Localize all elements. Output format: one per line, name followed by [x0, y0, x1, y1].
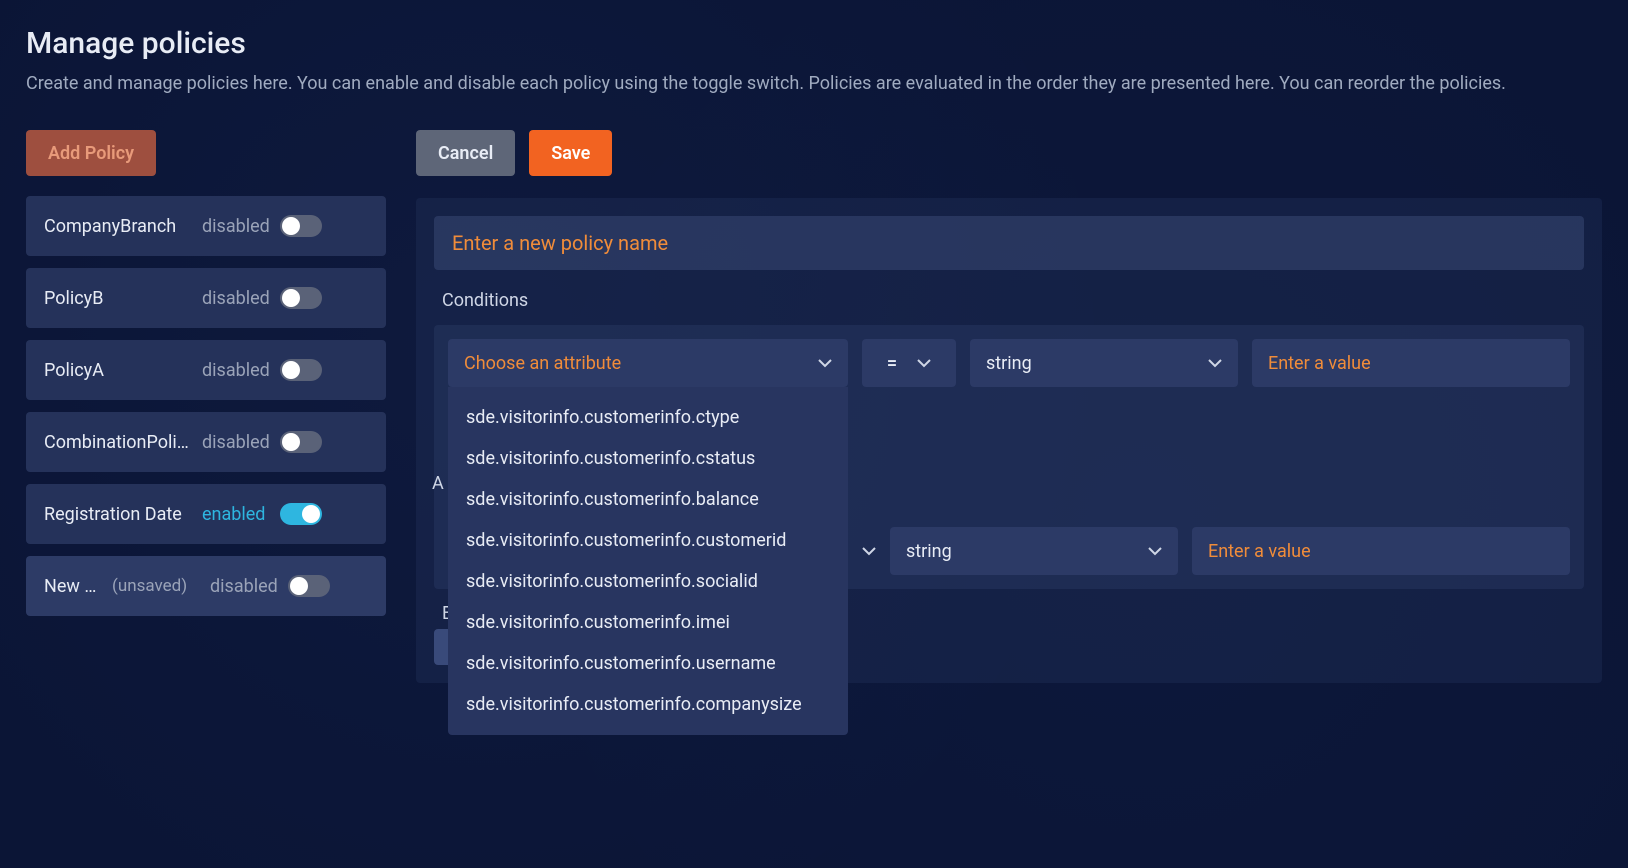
policy-toggle[interactable] — [280, 431, 322, 453]
page-title: Manage policies — [26, 26, 1602, 61]
policy-item-name: CompanyBranch — [44, 216, 194, 237]
policy-item[interactable]: CombinationPoli… disabled — [26, 412, 386, 472]
page-subtitle: Create and manage policies here. You can… — [26, 71, 1602, 96]
attribute-option[interactable]: sde.visitorinfo.customerinfo.companysize — [448, 684, 848, 725]
type-select-2[interactable]: string — [890, 527, 1178, 575]
toggle-knob — [302, 505, 320, 523]
operator-value: = — [887, 353, 897, 374]
toggle-knob — [290, 577, 308, 595]
policy-item-status: disabled — [202, 432, 272, 453]
policy-item-name: New … — [44, 576, 104, 597]
policy-item-name: PolicyA — [44, 360, 194, 381]
policy-item[interactable]: Registration Date enabled — [26, 484, 386, 544]
attribute-option[interactable]: sde.visitorinfo.customerinfo.imei — [448, 602, 848, 643]
chevron-down-icon — [1208, 359, 1222, 368]
policy-item-status: disabled — [202, 288, 272, 309]
policy-item[interactable]: PolicyB disabled — [26, 268, 386, 328]
policy-item[interactable]: PolicyA disabled — [26, 340, 386, 400]
policy-name-input[interactable] — [434, 216, 1584, 270]
policy-toggle[interactable] — [280, 359, 322, 381]
policy-toggle[interactable] — [288, 575, 330, 597]
toggle-knob — [282, 433, 300, 451]
attribute-option[interactable]: sde.visitorinfo.customerinfo.ctype — [448, 397, 848, 438]
value-input-2[interactable] — [1192, 527, 1570, 575]
policy-item-status: disabled — [202, 216, 272, 237]
policy-item[interactable]: CompanyBranch disabled — [26, 196, 386, 256]
operator-select[interactable]: = — [862, 339, 956, 387]
attribute-option[interactable]: sde.visitorinfo.customerinfo.socialid — [448, 561, 848, 602]
policy-item[interactable]: New … (unsaved) disabled — [26, 556, 386, 616]
toggle-knob — [282, 289, 300, 307]
add-policy-button[interactable]: Add Policy — [26, 130, 156, 176]
policy-item-status: disabled — [210, 576, 280, 597]
type-select[interactable]: string — [970, 339, 1238, 387]
attribute-dropdown: sde.visitorinfo.customerinfo.ctypesde.vi… — [448, 387, 848, 735]
policy-item-unsaved-tag: (unsaved) — [112, 576, 198, 596]
toggle-knob — [282, 217, 300, 235]
policy-toggle[interactable] — [280, 287, 322, 309]
attribute-option[interactable]: sde.visitorinfo.customerinfo.username — [448, 643, 848, 684]
policy-item-status: enabled — [202, 504, 272, 525]
chevron-down-icon — [917, 359, 931, 368]
type-value: string — [986, 353, 1032, 374]
policy-item-name: CombinationPoli… — [44, 432, 194, 453]
attribute-option[interactable]: sde.visitorinfo.customerinfo.balance — [448, 479, 848, 520]
toggle-knob — [282, 361, 300, 379]
conditions-label: Conditions — [442, 290, 1584, 311]
cancel-button[interactable]: Cancel — [416, 130, 515, 176]
type-value-2: string — [906, 541, 952, 562]
attribute-option[interactable]: sde.visitorinfo.customerinfo.cstatus — [448, 438, 848, 479]
conditions-box: Choose an attribute = string — [434, 325, 1584, 589]
partial-label-a: A — [432, 473, 444, 494]
policy-item-status: disabled — [202, 360, 272, 381]
chevron-down-icon — [1148, 547, 1162, 556]
chevron-down-icon — [818, 359, 832, 368]
policy-toggle[interactable] — [280, 215, 322, 237]
chevron-down-icon — [862, 547, 876, 556]
policy-item-name: Registration Date — [44, 504, 194, 525]
policy-toggle[interactable] — [280, 503, 322, 525]
attribute-select-label: Choose an attribute — [464, 353, 621, 374]
attribute-option[interactable]: sde.visitorinfo.customerinfo.customerid — [448, 520, 848, 561]
policy-item-name: PolicyB — [44, 288, 194, 309]
policy-editor-panel: Conditions Choose an attribute = — [416, 198, 1602, 683]
save-button[interactable]: Save — [529, 130, 612, 176]
attribute-select[interactable]: Choose an attribute — [448, 339, 848, 387]
value-input[interactable] — [1252, 339, 1570, 387]
